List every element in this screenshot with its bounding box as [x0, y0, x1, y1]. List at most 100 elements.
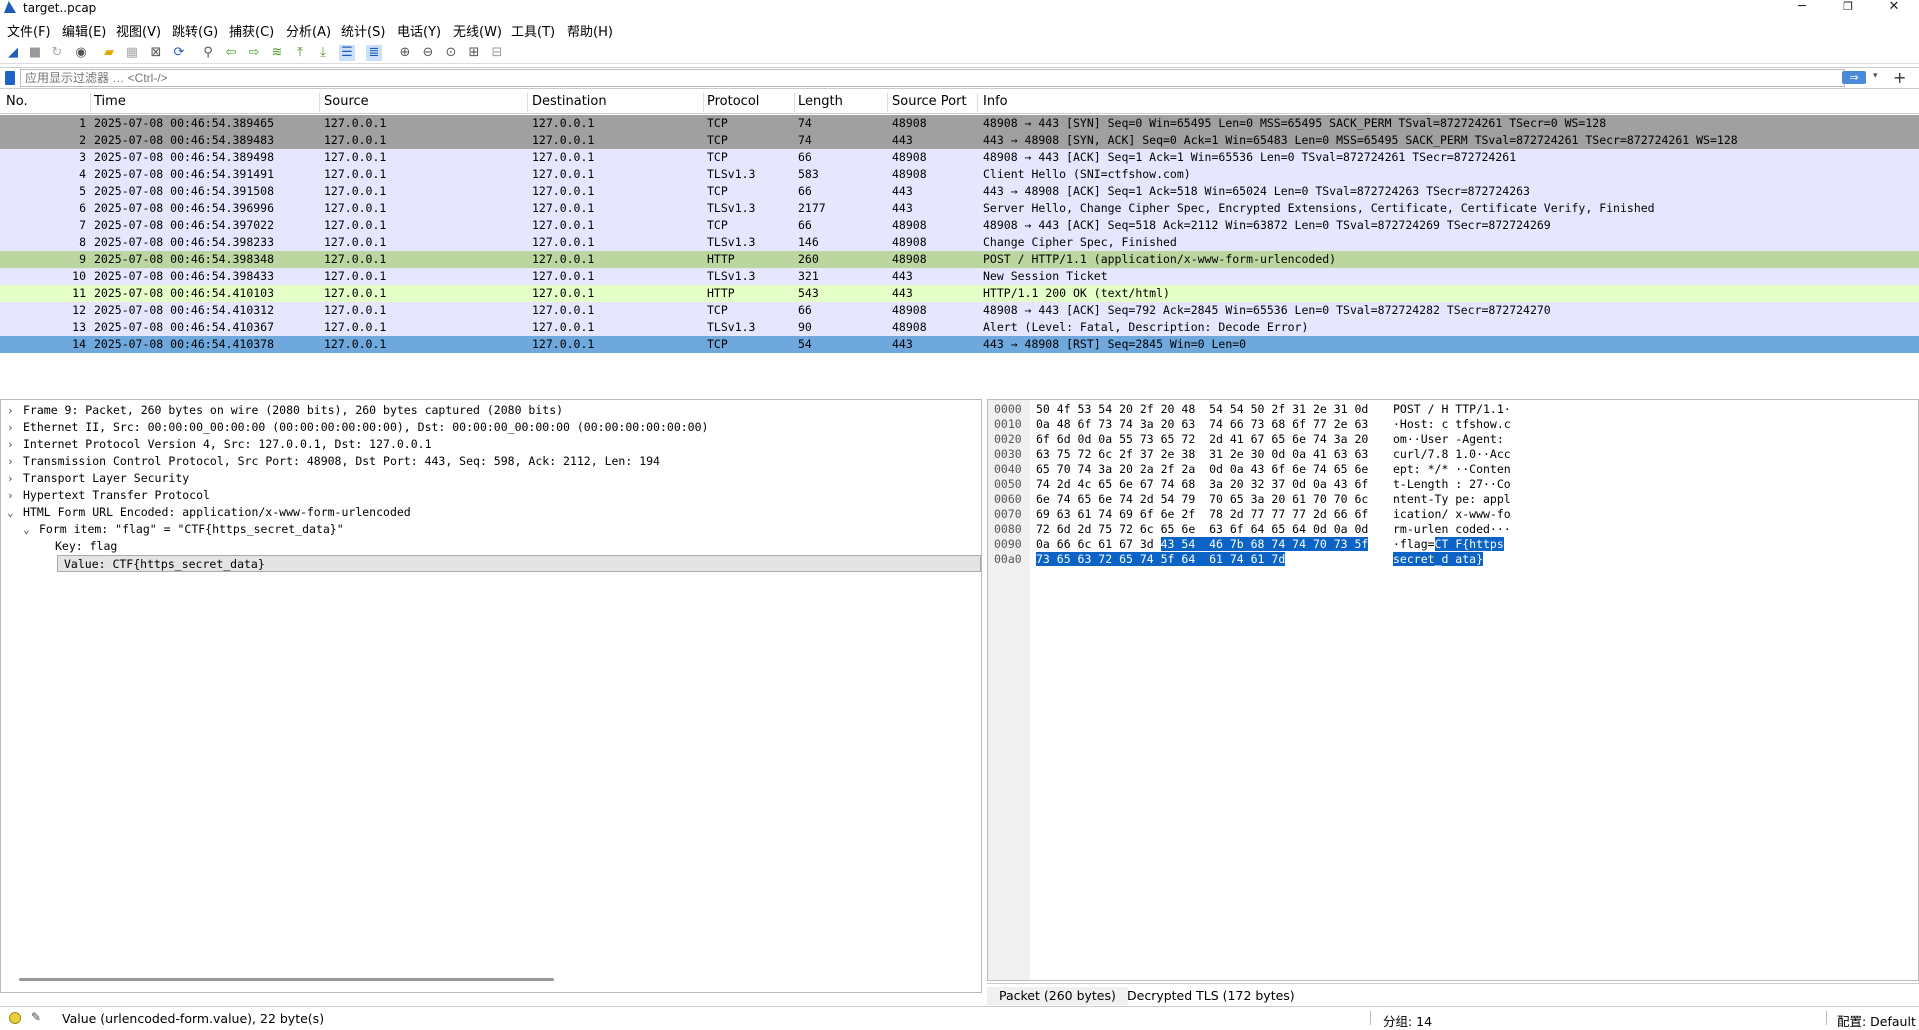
expand-chevron-icon[interactable]: ›	[7, 453, 14, 470]
menu-help[interactable]: 帮助(H)	[567, 21, 613, 40]
col-time[interactable]: Time	[94, 94, 126, 112]
menu-capture[interactable]: 捕获(C)	[229, 21, 274, 40]
close-button[interactable]: ✕	[1872, 0, 1916, 16]
detail-tree-row[interactable]: › Ethernet II, Src: 00:00:00_00:00:00 (00…	[1, 419, 981, 436]
wireshark-icon	[4, 1, 16, 13]
hex-plain: 63 75 72 6c 2f 37 2e 38 31 2e 30 0d 0a 4…	[1036, 447, 1369, 461]
shark-fin-icon[interactable]: ◢	[5, 45, 21, 61]
packet-row[interactable]: 3 2025-07-08 00:46:54.389498 127.0.0.1 127.…	[0, 149, 1919, 166]
colorize-icon[interactable]: ≣	[366, 45, 382, 61]
bytes-row[interactable]: 00a0 73 65 63 72 65 74 5f 64 61 74 61 7d s…	[988, 552, 1918, 567]
bytes-row[interactable]: 0020 6f 6d 0d 0a 55 73 65 72 2d 41 67 65 …	[988, 432, 1918, 447]
menu-go[interactable]: 跳转(G)	[172, 21, 218, 40]
bytes-row[interactable]: 0000 50 4f 53 54 20 2f 20 48 54 54 50 2f …	[988, 402, 1918, 417]
menu-statistics[interactable]: 统计(S)	[341, 21, 385, 40]
close-file-icon[interactable]: ⊠	[148, 45, 164, 61]
expand-chevron-icon[interactable]: ›	[7, 470, 14, 487]
profile-label[interactable]: 配置: Default	[1837, 1011, 1916, 1030]
first-icon[interactable]: ⤒	[292, 45, 308, 61]
last-icon[interactable]: ⤓	[315, 45, 331, 61]
menu-analyze[interactable]: 分析(A)	[286, 21, 331, 40]
stop-icon[interactable]: ■	[27, 45, 43, 61]
detail-tree-row[interactable]: › Internet Protocol Version 4, Src: 127.0…	[1, 436, 981, 453]
bytes-row[interactable]: 0030 63 75 72 6c 2f 37 2e 38 31 2e 30 0d …	[988, 447, 1918, 462]
tab-decrypted-tls[interactable]: Decrypted TLS (172 bytes)	[1115, 987, 1307, 1005]
packet-row[interactable]: 4 2025-07-08 00:46:54.391491 127.0.0.1 127.…	[0, 166, 1919, 183]
restart-icon[interactable]: ↻	[49, 45, 65, 61]
edit-comment-icon[interactable]: ✎	[31, 1010, 41, 1024]
packet-row[interactable]: 9 2025-07-08 00:46:54.398348 127.0.0.1 127.…	[0, 251, 1919, 268]
detail-tree-row[interactable]: › Transmission Control Protocol, Src Port…	[1, 453, 981, 470]
options-icon[interactable]: ◉	[73, 45, 89, 61]
packet-row[interactable]: 13 2025-07-08 00:46:54.410367 127.0.0.1 127…	[0, 319, 1919, 336]
packet-row[interactable]: 12 2025-07-08 00:46:54.410312 127.0.0.1 127…	[0, 302, 1919, 319]
expand-chevron-icon[interactable]: ›	[7, 487, 14, 504]
col-source-port[interactable]: Source Port	[892, 94, 967, 112]
apply-filter-button[interactable]: ⇒	[1842, 71, 1866, 84]
detail-tree-row[interactable]: Key: flag	[1, 538, 981, 555]
back-icon[interactable]: ⇦	[223, 45, 239, 61]
packet-row[interactable]: 11 2025-07-08 00:46:54.410103 127.0.0.1 127…	[0, 285, 1919, 302]
packet-row[interactable]: 8 2025-07-08 00:46:54.398233 127.0.0.1 127.…	[0, 234, 1919, 251]
packet-row[interactable]: 5 2025-07-08 00:46:54.391508 127.0.0.1 127.…	[0, 183, 1919, 200]
bookmark-icon[interactable]	[5, 71, 15, 85]
cell-info: New Session Ticket	[983, 269, 1108, 283]
col-destination[interactable]: Destination	[532, 94, 607, 112]
autoscroll-icon[interactable]: ☰	[339, 45, 355, 61]
packet-row[interactable]: 7 2025-07-08 00:46:54.397022 127.0.0.1 127.…	[0, 217, 1919, 234]
menu-wireless[interactable]: 无线(W)	[453, 21, 502, 40]
filter-history-dropdown[interactable]: ▾	[1873, 71, 1878, 81]
menu-telephony[interactable]: 电话(Y)	[397, 21, 441, 40]
packet-row[interactable]: 6 2025-07-08 00:46:54.396996 127.0.0.1 127.…	[0, 200, 1919, 217]
minimize-button[interactable]: ─	[1780, 0, 1824, 16]
packet-row[interactable]: 10 2025-07-08 00:46:54.398433 127.0.0.1 127…	[0, 268, 1919, 285]
detail-tree-row[interactable]: Value: CTF{https_secret_data}	[57, 555, 981, 572]
layout-icon[interactable]: ⊟	[489, 45, 505, 61]
col-length[interactable]: Length	[798, 94, 843, 112]
col-no[interactable]: No.	[6, 94, 28, 112]
packet-row[interactable]: 14 2025-07-08 00:46:54.410378 127.0.0.1 127…	[0, 336, 1919, 353]
forward-icon[interactable]: ⇨	[246, 45, 262, 61]
expand-chevron-icon[interactable]: ›	[7, 402, 14, 419]
menu-tools[interactable]: 工具(T)	[511, 21, 555, 40]
menu-edit[interactable]: 编辑(E)	[62, 21, 106, 40]
open-file-icon[interactable]: ▰	[101, 45, 117, 61]
col-info[interactable]: Info	[983, 94, 1008, 112]
menu-file[interactable]: 文件(F)	[7, 21, 51, 40]
detail-tree-row[interactable]: › Hypertext Transfer Protocol	[1, 487, 981, 504]
tab-packet-bytes[interactable]: Packet (260 bytes)	[987, 987, 1128, 1005]
detail-tree-row[interactable]: › Frame 9: Packet, 260 bytes on wire (208…	[1, 402, 981, 419]
bytes-row[interactable]: 0070 69 63 61 74 69 6f 6e 2f 78 2d 77 77 …	[988, 507, 1918, 522]
reload-icon[interactable]: ⟳	[171, 45, 187, 61]
bytes-row[interactable]: 0090 0a 66 6c 61 67 3d 43 54 46 7b 68 74 …	[988, 537, 1918, 552]
add-filter-button[interactable]: +	[1893, 68, 1906, 87]
detail-tree-row[interactable]: ⌄ HTML Form URL Encoded: application/x-ww…	[1, 504, 981, 521]
save-icon[interactable]: ▦	[124, 45, 140, 61]
bytes-row[interactable]: 0040 65 70 74 3a 20 2a 2f 2a 0d 0a 43 6f …	[988, 462, 1918, 477]
display-filter-input[interactable]	[20, 69, 1845, 87]
bytes-row[interactable]: 0010 0a 48 6f 73 74 3a 20 63 74 66 73 68 …	[988, 417, 1918, 432]
expand-chevron-icon[interactable]: ⌄	[23, 521, 30, 538]
resize-columns-icon[interactable]: ⊞	[466, 45, 482, 61]
find-icon[interactable]: ⚲	[200, 45, 216, 61]
expand-chevron-icon[interactable]: ⌄	[7, 504, 14, 521]
packet-row[interactable]: 2 2025-07-08 00:46:54.389483 127.0.0.1 127.…	[0, 132, 1919, 149]
col-protocol[interactable]: Protocol	[707, 94, 759, 112]
expert-info-icon[interactable]	[9, 1012, 21, 1024]
zoom-in-icon[interactable]: ⊕	[397, 45, 413, 61]
col-source[interactable]: Source	[324, 94, 369, 112]
bytes-row[interactable]: 0060 6e 74 65 6e 74 2d 54 79 70 65 3a 20 …	[988, 492, 1918, 507]
detail-tree-row[interactable]: ⌄ Form item: "flag" = "CTF{https_secret_d…	[1, 521, 981, 538]
packet-row[interactable]: 1 2025-07-08 00:46:54.389465 127.0.0.1 127.…	[0, 115, 1919, 132]
expand-chevron-icon[interactable]: ›	[7, 419, 14, 436]
expand-chevron-icon[interactable]: ›	[7, 436, 14, 453]
menu-view[interactable]: 视图(V)	[116, 21, 161, 40]
details-scrollbar[interactable]	[19, 978, 554, 981]
normal-size-icon[interactable]: ⊙	[443, 45, 459, 61]
zoom-out-icon[interactable]: ⊖	[420, 45, 436, 61]
goto-icon[interactable]: ≋	[269, 45, 285, 61]
detail-tree-row[interactable]: › Transport Layer Security	[1, 470, 981, 487]
bytes-row[interactable]: 0080 72 6d 2d 75 72 6c 65 6e 63 6f 64 65 …	[988, 522, 1918, 537]
bytes-row[interactable]: 0050 74 2d 4c 65 6e 67 74 68 3a 20 32 37 …	[988, 477, 1918, 492]
restore-button[interactable]: ❐	[1826, 0, 1870, 16]
